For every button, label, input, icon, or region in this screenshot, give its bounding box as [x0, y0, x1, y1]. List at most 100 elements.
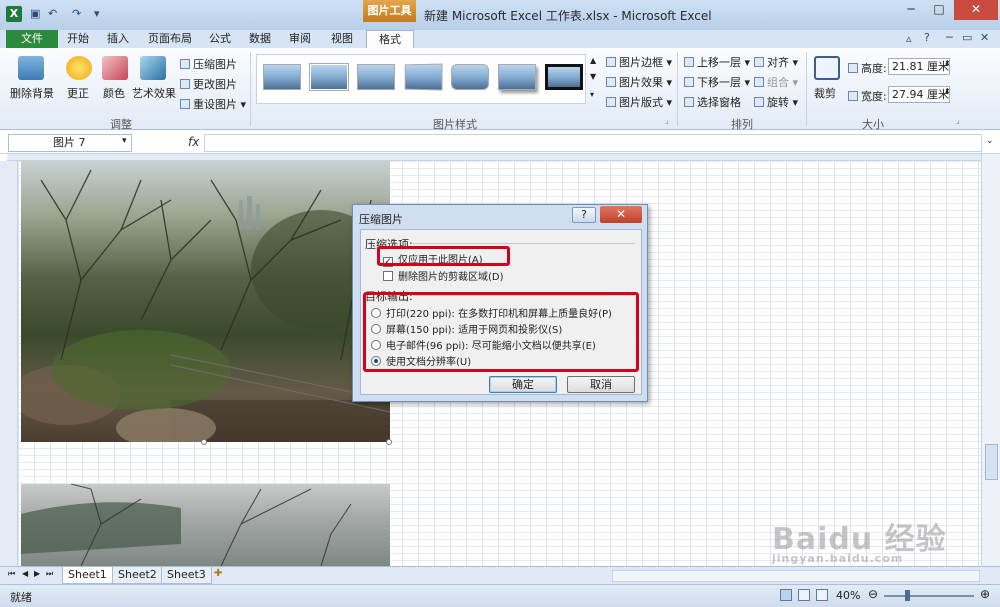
change-picture-button[interactable]: 更改图片 [180, 76, 237, 92]
name-box-dropdown-icon[interactable]: ▾ [122, 136, 127, 146]
resize-handle[interactable] [386, 439, 392, 445]
cancel-button[interactable]: 取消 [567, 376, 635, 393]
expand-formula-bar-icon[interactable]: ⌄ [986, 136, 994, 146]
watermark: Baidu 经验 jingyan.baidu.com [772, 508, 952, 566]
rotate-button[interactable]: 旋转 ▾ [754, 94, 798, 110]
help-icon[interactable]: ? [924, 31, 930, 44]
gallery-more-icon[interactable]: ▾ [590, 90, 594, 99]
ribbon-tab-row: 文件 开始 插入 页面布局 公式 数据 审阅 视图 格式 ▵ ? ─ ▭ ✕ [0, 30, 1000, 49]
save-icon[interactable]: ▣ [30, 7, 40, 20]
artistic-effects-button[interactable]: 艺术效果 [132, 85, 176, 101]
dialog-help-button[interactable]: ? [572, 207, 596, 223]
watermark-url: jingyan.baidu.com [772, 552, 904, 565]
horizontal-scrollbar[interactable] [612, 570, 980, 582]
tab-file[interactable]: 文件 [6, 30, 58, 48]
picture-content [21, 483, 352, 567]
minimize-button[interactable]: ─ [898, 0, 924, 20]
remove-background-button[interactable]: 删除背景 [10, 85, 54, 101]
zoom-level[interactable]: 40% [836, 589, 860, 602]
dialog-title: 压缩图片 [359, 213, 403, 226]
tab-review[interactable]: 审阅 [284, 30, 316, 48]
width-input[interactable]: 27.94 厘米 [888, 86, 950, 103]
dialog-launcher-icon[interactable]: ⌟ [665, 116, 669, 125]
tab-page-layout[interactable]: 页面布局 [143, 30, 197, 48]
tab-data[interactable]: 数据 [244, 30, 276, 48]
tab-format[interactable]: 格式 [366, 30, 414, 49]
page-break-view-icon[interactable] [816, 589, 828, 601]
insert-function-button[interactable]: fx [188, 135, 199, 149]
row-header[interactable] [0, 161, 18, 566]
corrections-button[interactable]: 更正 [67, 85, 89, 101]
name-box[interactable]: 图片 7 [8, 134, 132, 152]
picture-style-thumb[interactable] [263, 64, 301, 90]
align-button[interactable]: 对齐 ▾ [754, 54, 798, 70]
send-backward-button[interactable]: 下移一层 ▾ [684, 74, 750, 90]
ok-button[interactable]: 确定 [489, 376, 557, 393]
last-sheet-icon[interactable]: ⏭ [46, 569, 53, 579]
dialog-launcher-icon[interactable]: ⌟ [956, 116, 960, 125]
ribbon-minimize-icon[interactable]: ▵ [906, 32, 912, 45]
picture-layout-button[interactable]: 图片版式 ▾ [606, 94, 672, 110]
picture-style-thumb[interactable] [310, 64, 348, 90]
tab-view[interactable]: 视图 [326, 30, 358, 48]
sheet-tab[interactable]: Sheet1 [62, 567, 113, 584]
next-sheet-icon[interactable]: ▶ [34, 569, 40, 578]
insert-sheet-icon[interactable]: ✚ [214, 568, 222, 579]
annotation-highlight [363, 292, 639, 372]
workbook-restore-icon[interactable]: ▭ [962, 31, 972, 44]
workbook-minimize-icon[interactable]: ─ [946, 31, 953, 44]
undo-icon[interactable]: ↶ [48, 7, 57, 20]
tab-home[interactable]: 开始 [62, 30, 94, 48]
bring-forward-button[interactable]: 上移一层 ▾ [684, 54, 750, 70]
zoom-slider[interactable] [884, 595, 974, 597]
group-objects-button[interactable]: 组合 ▾ [754, 74, 798, 90]
tab-insert[interactable]: 插入 [102, 30, 134, 48]
picture[interactable] [21, 483, 390, 567]
tab-formulas[interactable]: 公式 [204, 30, 236, 48]
zoom-slider-thumb[interactable] [905, 590, 910, 601]
sheet-tab[interactable]: Sheet3 [161, 567, 212, 584]
selected-picture[interactable] [21, 160, 390, 442]
sheet-tab[interactable]: Sheet2 [112, 567, 163, 584]
reset-picture-button[interactable]: 重设图片 ▾ [180, 96, 246, 112]
formula-input[interactable] [204, 134, 982, 152]
normal-view-icon[interactable] [780, 589, 792, 601]
picture-style-thumb[interactable] [498, 64, 536, 90]
customize-quick-access-icon[interactable]: ▾ [94, 7, 100, 20]
dialog-close-button[interactable]: ✕ [600, 206, 642, 223]
maximize-button[interactable]: □ [926, 0, 952, 20]
compress-pictures-button[interactable]: 压缩图片 [180, 56, 237, 72]
crop-button[interactable]: 裁剪 [814, 85, 836, 101]
selection-pane-button[interactable]: 选择窗格 [684, 94, 741, 110]
vertical-scroll-thumb[interactable] [985, 444, 998, 480]
group-label-size: 大小 [862, 118, 884, 131]
picture-style-thumb[interactable] [545, 64, 583, 90]
formula-bar: 图片 7 ▾ fx ⌄ [0, 132, 1000, 154]
redo-icon[interactable]: ↷ [72, 7, 81, 20]
close-window-button[interactable]: ✕ [954, 0, 998, 20]
picture-style-thumb[interactable] [357, 64, 395, 90]
page-layout-view-icon[interactable] [798, 589, 810, 601]
reset-picture-icon [180, 99, 190, 109]
delete-cropped-areas-checkbox[interactable]: 删除图片的剪裁区域(D) [383, 268, 504, 283]
first-sheet-icon[interactable]: ⏮ [8, 569, 15, 579]
gallery-scroll-up-icon[interactable]: ▲ [590, 56, 596, 65]
prev-sheet-icon[interactable]: ◀ [22, 569, 28, 578]
picture-border-button[interactable]: 图片边框 ▾ [606, 54, 672, 70]
corrections-icon [66, 56, 92, 80]
gallery-scroll-down-icon[interactable]: ▼ [590, 72, 596, 81]
zoom-out-icon[interactable]: ⊖ [868, 587, 878, 601]
height-spinner-icon[interactable]: ⬍ [944, 59, 951, 68]
picture-style-thumb[interactable] [451, 64, 489, 90]
picture-style-thumb[interactable] [404, 63, 443, 91]
height-input[interactable]: 21.81 厘米 [888, 58, 950, 75]
resize-handle[interactable] [201, 439, 207, 445]
group-label-arrange: 排列 [731, 118, 753, 131]
excel-app-icon[interactable]: X [6, 6, 22, 22]
picture-effects-button[interactable]: 图片效果 ▾ [606, 74, 672, 90]
workbook-close-icon[interactable]: ✕ [980, 31, 989, 44]
color-button[interactable]: 颜色 [103, 85, 125, 101]
vertical-scrollbar[interactable] [981, 154, 1000, 566]
zoom-in-icon[interactable]: ⊕ [980, 587, 990, 601]
width-spinner-icon[interactable]: ⬍ [944, 87, 951, 96]
